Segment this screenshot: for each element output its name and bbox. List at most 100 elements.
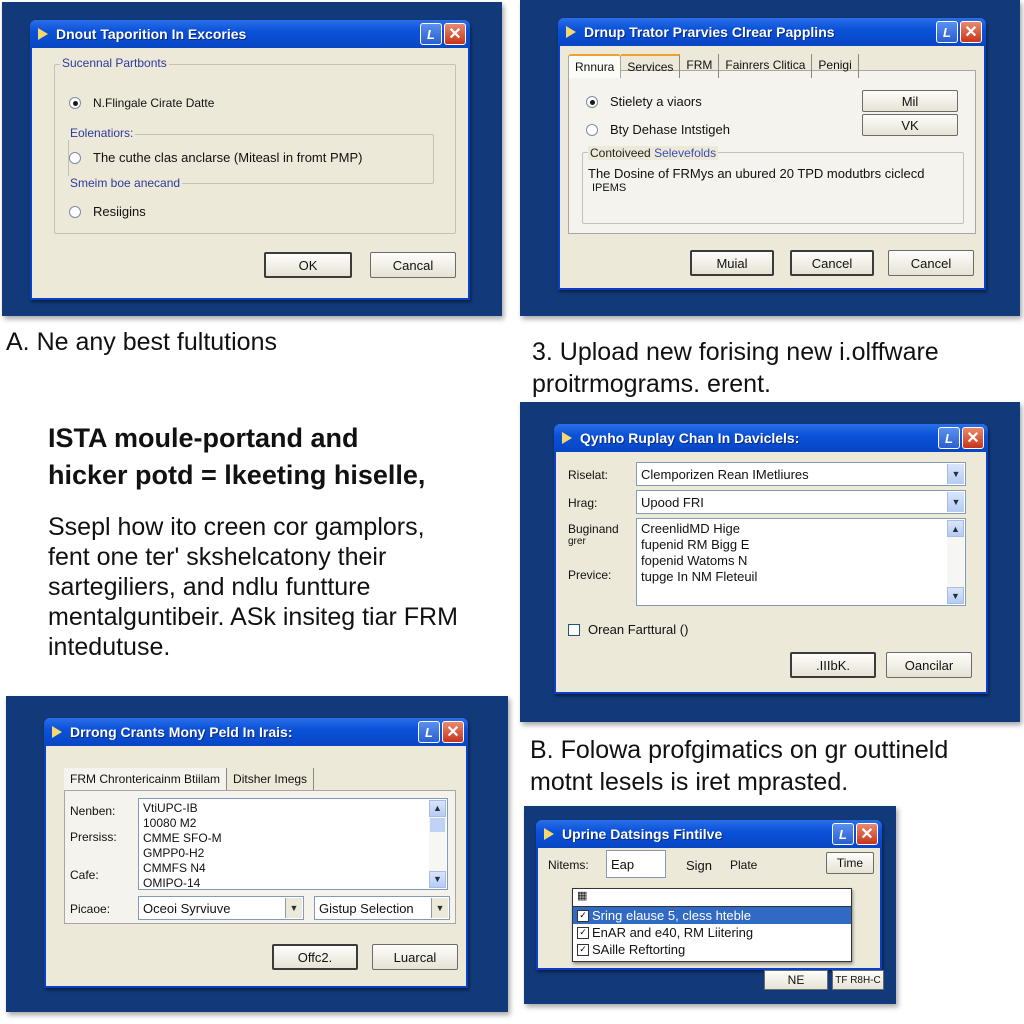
picaoe-label: Picaoe: [70,902,111,916]
cancel-button-2[interactable]: Cancel [888,250,974,276]
ok-button[interactable]: OK [264,252,352,278]
result-select[interactable]: Clemporizen Rean IMetliures ▼ [636,462,966,486]
screenshot-panel-1: Dnout Taporition In Excories L ✕ Sucenna… [2,2,502,316]
cancel-button[interactable]: Oancilar [886,652,972,678]
list-item[interactable]: 10080 M2 [143,816,443,831]
chevron-down-icon[interactable]: ▼ [431,898,448,918]
list-item[interactable]: fopenid Watoms N [641,553,961,569]
dialog-title: Dnout Taporition In Excories [56,26,247,42]
screenshot-panel-4: Drrong Crants Mony Peld In Irais: L ✕ FR… [6,696,508,1012]
tab-penigi[interactable]: Penigi [812,54,859,78]
cancel-button-1[interactable]: Cancel [790,250,874,276]
checkbox-checked-icon[interactable]: ✓ [577,943,589,956]
options-dropdown[interactable]: ▦ ✓ Sring elause 5, cless hteble ✓ EnAR … [572,888,852,962]
radio-option-1[interactable]: N.Flingale Cirate Datte [69,96,214,110]
list-item[interactable]: VtiUPC-IB [143,801,443,816]
refresh-button[interactable]: TF R8H-C [832,970,884,990]
prersiss-label: Prersiss: [70,830,117,844]
scroll-thumb[interactable] [430,818,445,832]
close-icon[interactable]: ✕ [856,823,878,845]
paragraph-line-1: Ssepl how ito creen cor gamplors, [48,513,425,541]
dialog-properties: Drnup Trator Prarvies Clrear Papplins L … [558,18,986,290]
module-listbox[interactable]: VtiUPC-IB 10080 M2 CMME SFO-M GMPP0-H2 C… [138,798,448,890]
items-input[interactable]: Eap [606,850,666,878]
ok-button[interactable]: .IIIbK. [790,652,876,678]
chevron-up-icon[interactable]: ▲ [429,800,446,817]
chevron-up-icon[interactable]: ▲ [947,520,964,537]
side-button-1[interactable]: Mil [862,90,958,112]
tab-services[interactable]: Services [621,54,681,78]
tab-strip: Rnnura Services FRM Fainrers Clitica Pen… [568,54,859,78]
result-label: Riselat: [568,468,609,482]
tab-fainrers[interactable]: Fainrers Clitica [719,54,813,78]
dialog-title: Uprine Datsings Fintilve [562,826,723,842]
close-icon[interactable]: ✕ [960,21,982,43]
group-selection-label: Contoiveed Selevefolds [588,146,719,160]
close-icon[interactable]: ✕ [962,427,984,449]
chevron-down-icon[interactable]: ▼ [947,464,964,484]
list-item[interactable]: fupenid RM Bigg E [641,537,961,553]
chevron-down-icon[interactable]: ▼ [947,492,964,512]
option-item-3-label: SAille Reftorting [592,942,686,957]
tab-frm-chronteric[interactable]: FRM Chrontericainm Btiilam [64,768,228,790]
radio-option-2[interactable]: Bty Dehase Intstigeh [586,122,730,137]
option-item-1[interactable]: ✓ Sring elause 5, cless hteble [573,907,851,924]
tab-rnnura[interactable]: Rnnura [568,54,622,78]
app-icon [50,725,64,739]
list-item[interactable]: tupge In NM Fleteuil [641,569,961,585]
cancel-button[interactable]: Cancal [370,252,456,278]
tab-ditsher-imegs[interactable]: Ditsher Imegs [227,768,315,790]
caption-b-line-1: B. Folowa profgimatics on gr outtineld [530,736,949,764]
time-button[interactable]: Time [826,852,874,874]
list-item[interactable]: CreenlidMD Hige [641,521,961,537]
radio-option-3[interactable]: Resiigins [69,204,146,219]
chevron-down-icon[interactable]: ▼ [429,871,446,888]
radio-unselected-icon [69,151,81,164]
option-item-2[interactable]: ✓ EnAR and e40, RM Liitering [573,924,851,941]
sign-label: Sign [686,858,713,873]
help-icon[interactable]: L [832,823,854,845]
frag-select[interactable]: Upood FRI ▼ [636,490,966,514]
caption-b: B. Folowa profgimatics on gr outtineld m… [530,734,948,798]
scrollbar[interactable]: ▲ ▼ [947,520,964,604]
list-item[interactable]: OMIPO-14 [143,876,443,891]
result-select-value: Clemporizen Rean IMetliures [641,466,809,482]
preview-listbox[interactable]: CreenlidMD Hige fupenid RM Bigg E fopeni… [636,518,966,606]
dropdown-header[interactable]: ▦ [573,889,851,907]
list-item[interactable]: GMPP0-H2 [143,846,443,861]
tab-frm[interactable]: FRM [680,54,720,78]
checkbox-icon[interactable] [568,623,580,636]
option-checkbox[interactable]: Orean Farttural () [568,622,688,637]
checkbox-checked-icon[interactable]: ✓ [577,909,589,922]
help-icon[interactable]: L [936,21,958,43]
frag-select-value: Upood FRI [641,494,704,510]
ne-button[interactable]: NE [764,970,828,990]
radio-option-2-label: Bty Dehase Intstigeh [610,122,730,137]
chevron-down-icon[interactable]: ▼ [947,587,964,604]
setup-select[interactable]: Gistup Selection ▼ [314,896,450,920]
manual-button[interactable]: Muial [690,250,774,276]
help-icon[interactable]: L [938,427,960,449]
close-icon[interactable]: ✕ [444,23,466,45]
plate-label: Plate [730,858,758,872]
radio-option-2[interactable]: The cuthe clas anclarse (Miteasl in from… [69,150,362,165]
radio-option-1[interactable]: Stielety a viaors [586,94,702,109]
list-item[interactable]: CMMFS N4 [143,861,443,876]
ok-button[interactable]: Offc2. [272,944,358,970]
scrollbar[interactable]: ▲ ▼ [429,800,446,888]
help-icon[interactable]: L [420,23,442,45]
screenshot-panel-3: Qynho Ruplay Chan In Daviclels: L ✕ Rise… [520,402,1020,722]
radio-option-2-label: The cuthe clas anclarse (Miteasl in from… [93,150,363,165]
side-button-2[interactable]: VK [862,114,958,136]
option-item-3[interactable]: ✓ SAille Reftorting [573,941,851,958]
paragraph-line-2: fent one ter' skshelcatony their [48,543,387,571]
buginand-label: Buginand [568,522,619,536]
cancel-button[interactable]: Luarcal [372,944,458,970]
checkbox-checked-icon[interactable]: ✓ [577,926,589,939]
nember-label: Nenben: [70,804,116,818]
close-icon[interactable]: ✕ [442,721,464,743]
chevron-down-icon[interactable]: ▼ [285,898,302,918]
service-select[interactable]: Oceoi Syrviuve ▼ [138,896,304,920]
help-icon[interactable]: L [418,721,440,743]
list-item[interactable]: CMME SFO-M [143,831,443,846]
